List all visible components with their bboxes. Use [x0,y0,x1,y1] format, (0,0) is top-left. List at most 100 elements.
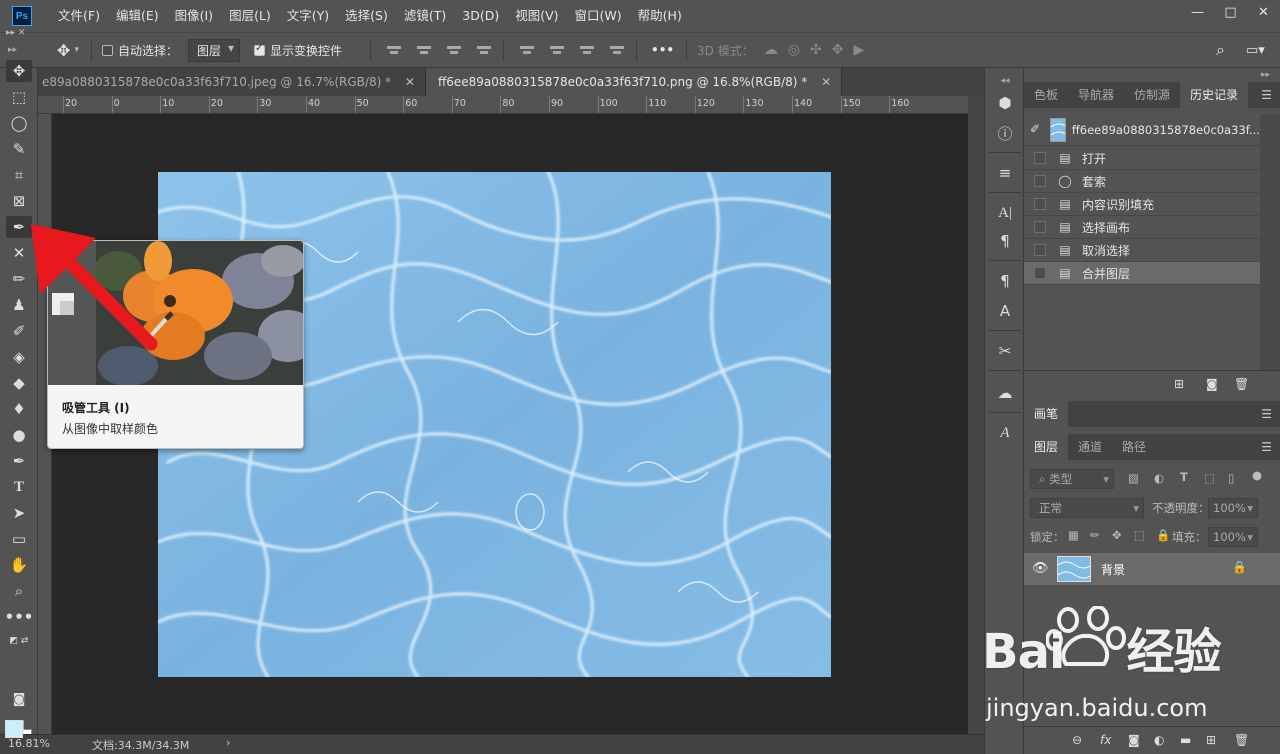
history-snapshot[interactable]: ✐ ff6ee89a0880315878e0c0a33f... [1024,114,1260,146]
3d-pan-icon[interactable]: ✣ [810,42,822,58]
minimize-button[interactable]: — [1181,0,1214,24]
status-menu-arrow-icon[interactable]: › [226,736,230,749]
lock-image-icon[interactable]: ✏ [1090,528,1100,542]
tab-channels[interactable]: 通道 [1068,434,1112,460]
link-layers-icon[interactable]: ⊖ [1072,733,1082,747]
new-document-from-state-icon[interactable]: ⊞ [1174,377,1184,391]
auto-select-checkbox[interactable]: 自动选择： [101,42,178,59]
blur-tool-icon[interactable]: ♦ [6,398,32,420]
lock-artboard-icon[interactable]: ⬚ [1134,528,1145,542]
menu-image[interactable]: 图像(I) [167,0,221,32]
menu-filter[interactable]: 滤镜(T) [396,0,454,32]
menu-view[interactable]: 视图(V) [507,0,566,32]
path-select-tool-icon[interactable]: ➤ [6,502,32,524]
blend-mode-dropdown[interactable]: 正常 [1030,498,1144,518]
panels-collapse-icon[interactable]: ▸▸ [1261,70,1270,80]
menu-help[interactable]: 帮助(H) [630,0,690,32]
panel-menu-icon[interactable]: ☰ [1261,440,1272,454]
3d-camera-icon[interactable]: ▶ [853,42,864,58]
opacity-input[interactable]: 100% [1208,498,1258,518]
3d-panel-icon[interactable]: ⬢ [994,92,1016,114]
menu-select[interactable]: 选择(S) [337,0,396,32]
layer-row-background[interactable]: 👁 背景 🔒 [1024,553,1280,585]
3d-roll-icon[interactable]: ◎ [788,42,800,58]
character-styles-icon[interactable]: A [994,300,1016,322]
align-bottom-icon[interactable] [580,43,595,57]
history-source-checkbox[interactable] [1034,198,1046,210]
zoom-tool-icon[interactable]: ⌕ [6,580,32,602]
history-source-checkbox[interactable] [1034,267,1046,279]
history-step[interactable]: ▤ 打开 [1024,147,1260,170]
tab-navigator[interactable]: 导航器 [1068,82,1124,108]
menu-window[interactable]: 窗口(W) [567,0,630,32]
history-brush-source-icon[interactable]: ✐ [1030,122,1040,136]
panel-collapse-icon[interactable]: ▸▸ [8,45,17,55]
trash-icon[interactable]: 🗑 [1234,377,1249,391]
align-middle-icon[interactable] [550,43,565,57]
distribute-vertical-icon[interactable] [610,43,625,57]
pen-tool-icon[interactable]: ✒ [6,450,32,472]
trash-icon[interactable]: 🗑 [1234,733,1249,747]
history-step[interactable]: ▤ 选择画布 [1024,216,1260,239]
visibility-eye-icon[interactable]: 👁 [1032,561,1049,576]
paint-bucket-tool-icon[interactable]: ◆ [6,372,32,394]
filter-adjustment-icon[interactable]: ◐ [1154,471,1164,485]
toolbar-collapse-icon[interactable]: ▸▸ ✕ [6,28,25,38]
history-source-checkbox[interactable] [1034,244,1046,256]
filter-pixel-icon[interactable]: ▨ [1128,471,1139,485]
history-source-checkbox[interactable] [1034,221,1046,233]
quick-mask-icon[interactable]: ◙ [6,688,32,710]
close-button[interactable]: ✕ [1247,0,1280,24]
edit-toolbar-icon[interactable]: ••• [5,606,34,628]
move-tool-icon[interactable]: ✥ [6,60,32,82]
show-transform-checkbox[interactable]: 显示变换控件 [254,42,342,59]
new-layer-icon[interactable]: ⊞ [1206,733,1216,747]
align-left-icon[interactable] [387,43,402,57]
crop-tool-icon[interactable]: ⌗ [6,164,32,186]
more-options-button[interactable]: ••• [651,43,674,57]
lasso-tool-icon[interactable]: ◯ [6,112,32,134]
layer-style-icon[interactable]: fx [1100,733,1111,747]
move-tool-icon[interactable]: ✥ [57,41,70,60]
close-icon[interactable]: ✕ [405,75,415,89]
history-source-checkbox[interactable] [1034,175,1046,187]
panel-menu-icon[interactable]: ☰ [1261,88,1272,102]
history-step-current[interactable]: ▤ 合并图层 [1024,262,1260,285]
fill-input[interactable]: 100% [1208,527,1258,547]
align-center-icon[interactable] [417,43,432,57]
search-icon[interactable]: ⌕ [1216,40,1225,60]
brush-settings-icon[interactable]: ≡ [994,162,1016,184]
vertical-scrollbar[interactable] [968,96,984,734]
tool-presets-icon[interactable]: ✂ [994,340,1016,362]
paragraph-panel-icon[interactable]: ¶ [994,230,1016,252]
tool-preset-chevron-icon[interactable]: ▾ [74,45,79,55]
3d-slide-icon[interactable]: ✥ [832,42,844,58]
tab-clone-source[interactable]: 仿制源 [1124,82,1180,108]
align-right-icon[interactable] [447,43,462,57]
align-top-icon[interactable] [520,43,535,57]
tab-swatches[interactable]: 色板 [1024,82,1068,108]
type-tool-icon[interactable]: T [6,476,32,498]
history-scrollbar[interactable] [1260,114,1280,370]
camera-icon[interactable]: ◙ [1206,377,1218,391]
3d-orbit-icon[interactable]: ☁ [764,42,778,58]
history-step[interactable]: ▤ 内容识别填充 [1024,193,1260,216]
libraries-icon[interactable]: ☁ [994,382,1016,404]
default-colors-icon[interactable]: ◩ ⇄ [6,630,32,652]
layer-mask-icon[interactable]: ◙ [1128,733,1140,747]
distribute-icon[interactable] [477,43,492,57]
menu-file[interactable]: 文件(F) [50,0,108,32]
tab-brushes[interactable]: 画笔 [1024,401,1069,427]
info-panel-icon[interactable]: ⓘ [994,122,1016,144]
panel-menu-icon[interactable]: ☰ [1261,407,1272,421]
history-step[interactable]: ◯ 套索 [1024,170,1260,193]
layer-name[interactable]: 背景 [1101,561,1125,578]
shape-tool-icon[interactable]: ▭ [6,528,32,550]
menu-3d[interactable]: 3D(D) [454,0,507,32]
dodge-tool-icon[interactable]: ● [6,424,32,446]
paragraph-styles-icon[interactable]: ¶ [994,270,1016,292]
auto-select-dropdown[interactable]: 图层 [188,38,241,62]
tab-paths[interactable]: 路径 [1112,434,1156,460]
tab-history[interactable]: 历史记录 [1180,82,1249,108]
history-source-checkbox[interactable] [1034,152,1046,164]
